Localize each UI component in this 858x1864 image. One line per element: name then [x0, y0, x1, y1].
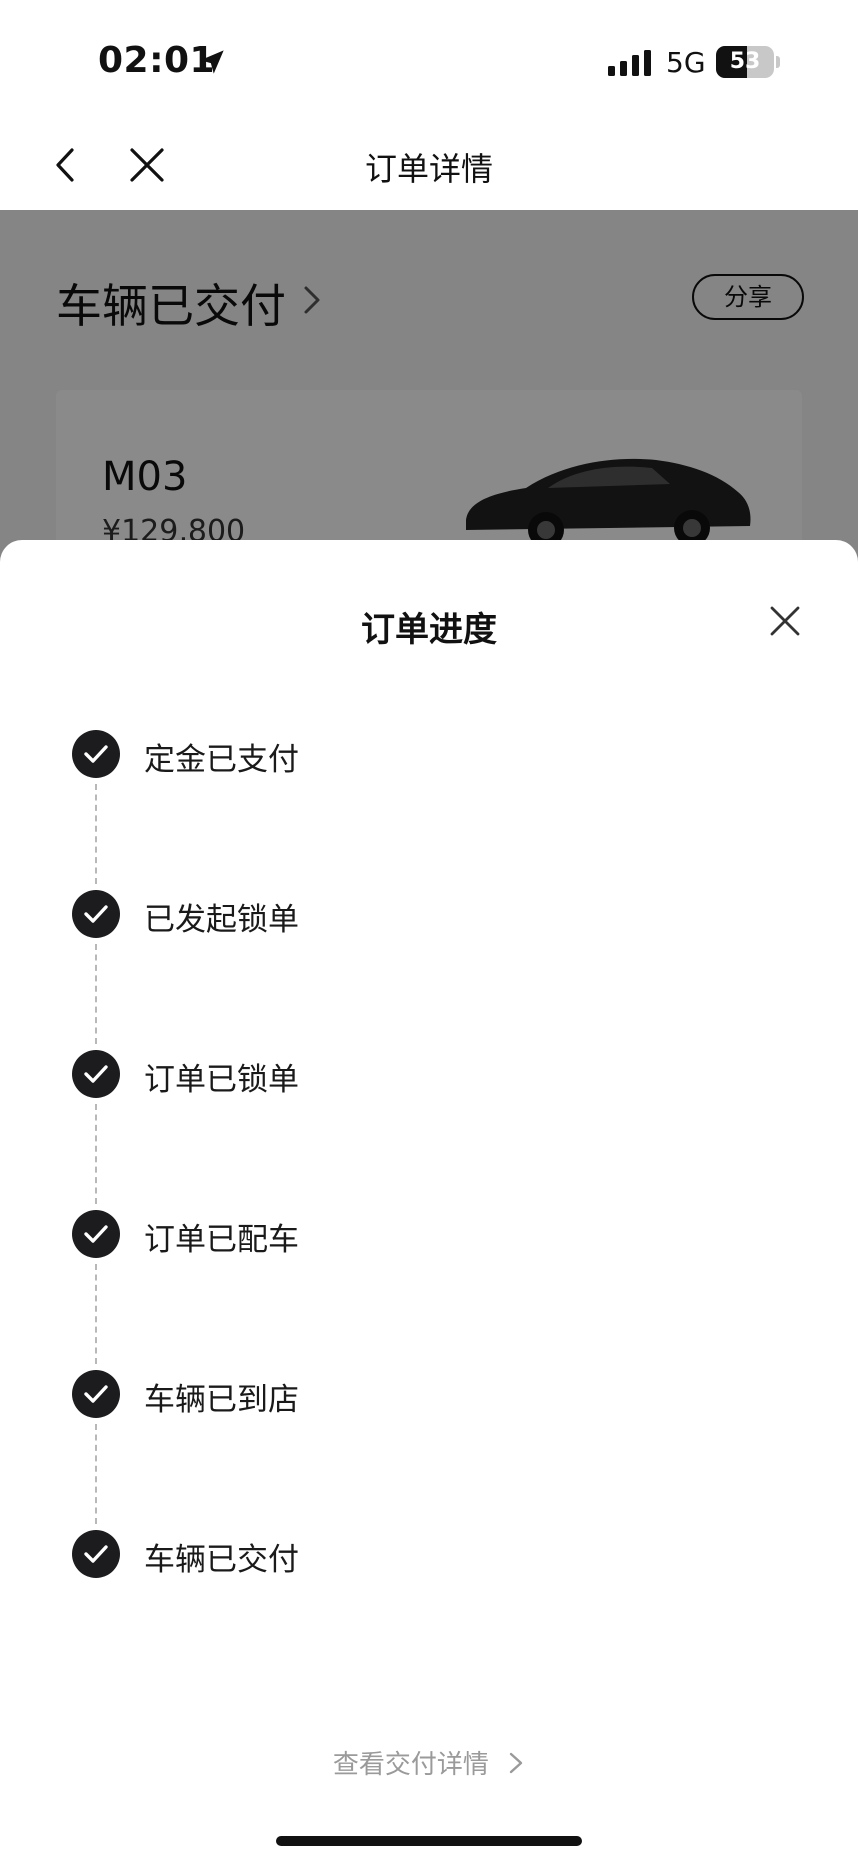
check-circle-icon: [72, 1370, 120, 1418]
detail-link-label: 查看交付详情: [332, 1750, 489, 1780]
step-connector: [95, 1424, 97, 1524]
step-label: 订单已配车: [144, 1222, 299, 1258]
page-title: 订单详情: [364, 150, 493, 188]
progress-step: 车辆已交付: [72, 1530, 672, 1578]
step-connector: [95, 1264, 97, 1364]
step-label: 订单已锁单: [144, 1062, 299, 1098]
progress-step: 车辆已到店: [72, 1370, 672, 1418]
check-circle-icon: [72, 1050, 120, 1098]
check-circle-icon: [72, 1210, 120, 1258]
progress-step: 订单已配车: [72, 1210, 672, 1258]
status-bar: 02:01 5G 53: [0, 0, 858, 120]
battery-tip: [776, 56, 780, 68]
step-label: 车辆已交付: [144, 1542, 299, 1578]
view-delivery-details-link[interactable]: 查看交付详情: [0, 1744, 858, 1781]
step-connector: [95, 1104, 97, 1204]
battery-icon: 53: [716, 46, 782, 78]
chevron-right-icon: [509, 1752, 523, 1773]
step-label: 车辆已到店: [144, 1382, 299, 1418]
progress-step: 订单已锁单: [72, 1050, 672, 1098]
nav-bar: 订单详情: [0, 120, 858, 210]
step-label: 定金已支付: [144, 742, 299, 778]
network-type: 5G: [666, 46, 706, 79]
screen: 02:01 5G 53 订单详情 车辆已交付 分享 M03 ¥129,800 订…: [0, 0, 858, 1864]
battery-body: 53: [716, 46, 774, 78]
check-circle-icon: [72, 730, 120, 778]
order-progress-sheet: 订单进度 定金已支付已发起锁单订单已锁单订单已配车车辆已到店车辆已交付 查看交付…: [0, 540, 858, 1864]
progress-step: 定金已支付: [72, 730, 672, 778]
signal-bars-icon: [608, 50, 651, 76]
location-arrow-icon: [200, 50, 224, 74]
step-label: 已发起锁单: [144, 902, 299, 938]
sheet-title: 订单进度: [361, 610, 497, 650]
home-indicator: [276, 1836, 582, 1846]
battery-level: 53: [729, 49, 761, 74]
step-connector: [95, 784, 97, 884]
check-circle-icon: [72, 890, 120, 938]
close-icon[interactable]: [764, 600, 806, 642]
check-circle-icon: [72, 1530, 120, 1578]
step-connector: [95, 944, 97, 1044]
progress-step: 已发起锁单: [72, 890, 672, 938]
